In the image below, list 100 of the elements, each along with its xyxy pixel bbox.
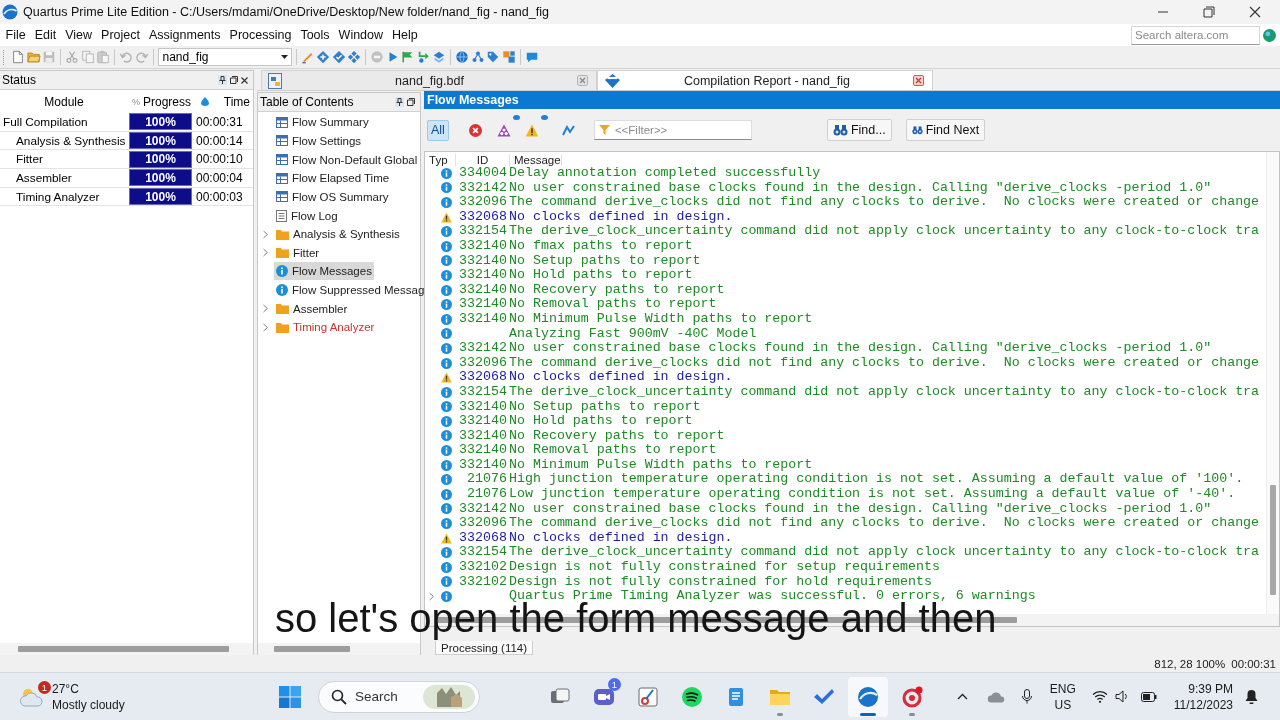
cursor-position: 812, 28 100% xyxy=(1154,657,1226,670)
message-text: The command derive_clocks did not find any clocks to derive. No clocks were created or change xyxy=(509,516,1260,531)
notification-badge: 1 xyxy=(608,677,621,691)
bell-icon[interactable] xyxy=(1245,689,1258,704)
battery-icon[interactable] xyxy=(1140,691,1157,702)
diamond-icon xyxy=(604,72,621,89)
contents-item[interactable]: Timing Analyzer xyxy=(274,318,377,337)
chevron-right-icon[interactable] xyxy=(262,304,269,314)
layers-icon[interactable] xyxy=(432,50,446,64)
pin-icon[interactable] xyxy=(218,75,227,85)
start-icon[interactable] xyxy=(279,685,301,708)
contents-item[interactable]: Flow Log xyxy=(274,206,340,225)
pin-icon[interactable] xyxy=(395,97,404,107)
speech-bubble-icon[interactable] xyxy=(524,50,539,64)
message-id: 332068 xyxy=(459,370,507,385)
contents-item[interactable]: Flow Summary xyxy=(274,113,371,132)
scrollbar-thumb[interactable] xyxy=(18,646,229,652)
chevron-up-icon[interactable] xyxy=(956,693,968,700)
chevron-right-icon[interactable] xyxy=(262,248,269,258)
menu-item[interactable]: Project xyxy=(96,28,145,42)
diamond-check-icon[interactable] xyxy=(331,50,346,64)
processing-tab[interactable]: Processing (114) xyxy=(435,641,534,655)
music-app-icon[interactable] xyxy=(680,684,704,709)
diamonds-icon[interactable] xyxy=(347,50,361,64)
info-icon xyxy=(441,415,452,427)
menu-item[interactable]: Assignments xyxy=(144,28,226,42)
contents-item[interactable]: Flow Messages xyxy=(274,262,374,281)
restore-icon[interactable] xyxy=(407,98,415,106)
recorder-app-icon[interactable] xyxy=(900,684,924,709)
microphone-icon[interactable] xyxy=(1021,689,1032,704)
menu-item[interactable]: View xyxy=(60,28,97,42)
new-file-icon[interactable] xyxy=(11,50,25,64)
menu-item[interactable]: Help xyxy=(387,28,423,42)
menu-item[interactable]: Tools xyxy=(295,28,335,42)
menu-item[interactable]: File xyxy=(1,28,31,42)
diamond-plus-icon[interactable] xyxy=(316,50,330,64)
elapsed-time: 00:00:31 xyxy=(1231,657,1276,670)
message-id: 332096 xyxy=(459,516,507,531)
message-id: 21076 xyxy=(467,472,507,488)
contents-item[interactable]: Flow Suppressed Messag xyxy=(274,281,427,300)
chevron-right-icon[interactable] xyxy=(262,229,269,239)
blocks-icon[interactable] xyxy=(501,50,516,64)
speaker-icon[interactable] xyxy=(1114,690,1129,703)
scrollbar-thumb[interactable] xyxy=(1270,485,1276,595)
branch-arrow-icon[interactable] xyxy=(416,50,431,64)
find-next-button[interactable]: Find Next xyxy=(905,119,986,141)
contents-item[interactable]: Analysis & Synthesis xyxy=(274,225,402,244)
close-icon[interactable] xyxy=(241,76,248,84)
document-tab[interactable]: Compilation Report - nand_fig xyxy=(597,70,933,90)
sphere-app-icon[interactable] xyxy=(856,684,880,709)
info-icon xyxy=(441,518,452,530)
snipping-app-icon[interactable] xyxy=(636,684,660,709)
restore-icon[interactable] xyxy=(230,76,238,84)
binoculars-icon xyxy=(911,124,923,136)
scrollbar-thumb[interactable] xyxy=(274,646,350,652)
menu-item[interactable]: Edit xyxy=(30,28,61,42)
find-button[interactable]: Find... xyxy=(826,119,892,141)
pencil-icon[interactable] xyxy=(300,50,315,64)
keyboard-language: ENG xyxy=(1049,680,1076,697)
message-text: High junction temperature operating condition is not set. Assuming a default value of '100'. xyxy=(509,472,1244,488)
filter-toggle[interactable]: All xyxy=(427,119,449,141)
info-icon xyxy=(441,313,452,325)
contents-item[interactable]: Flow Settings xyxy=(274,131,364,150)
close-icon[interactable] xyxy=(1249,6,1261,18)
message-id: 332140 xyxy=(459,297,507,312)
globe-icon[interactable] xyxy=(455,50,469,64)
elapsed-time: 00:00:14 xyxy=(195,133,244,148)
contents-item[interactable]: Assembler xyxy=(274,299,350,318)
video-caption: so let's open the form message and then xyxy=(275,603,997,641)
project-dropdown[interactable]: nand_fig xyxy=(157,48,292,66)
globe-icon[interactable] xyxy=(1263,28,1276,42)
contents-item[interactable]: Flow Non-Default Global xyxy=(274,150,420,169)
chevron-right-icon[interactable] xyxy=(262,322,269,332)
menu-item[interactable]: Processing xyxy=(225,28,296,42)
restore-icon[interactable] xyxy=(1203,6,1215,18)
open-folder-icon[interactable] xyxy=(26,50,41,64)
weather-condition: Mostly cloudy xyxy=(52,696,125,713)
search-icon xyxy=(331,688,347,705)
info-icon xyxy=(441,401,452,413)
chevron-right-icon[interactable] xyxy=(427,592,435,601)
cloud-icon[interactable] xyxy=(986,690,1006,703)
info-icon xyxy=(441,240,452,252)
search-field[interactable]: Search altera.com xyxy=(1131,25,1260,45)
contents-item[interactable]: Flow OS Summary xyxy=(274,187,391,206)
search-input[interactable]: Search xyxy=(355,687,415,706)
flag-icon[interactable] xyxy=(401,50,415,64)
info-icon xyxy=(441,299,452,311)
text-file-icon xyxy=(276,209,287,222)
document-tab[interactable]: nand_fig.bdf xyxy=(261,70,597,90)
taskbar-search-field[interactable]: Search xyxy=(318,680,480,713)
menu-item[interactable]: Window xyxy=(334,28,388,42)
filter-field[interactable]: <<Filter>> xyxy=(593,120,752,140)
nodes-icon[interactable] xyxy=(470,50,485,64)
tag-icon[interactable] xyxy=(486,50,500,64)
wifi-icon[interactable] xyxy=(1091,690,1108,703)
info-icon xyxy=(441,269,452,281)
message-text: No Recovery paths to report xyxy=(509,282,725,298)
contents-item[interactable]: Flow Elapsed Time xyxy=(274,169,392,188)
filter-input[interactable]: <<Filter>> xyxy=(614,122,747,138)
contents-item[interactable]: Fitter xyxy=(274,243,322,262)
